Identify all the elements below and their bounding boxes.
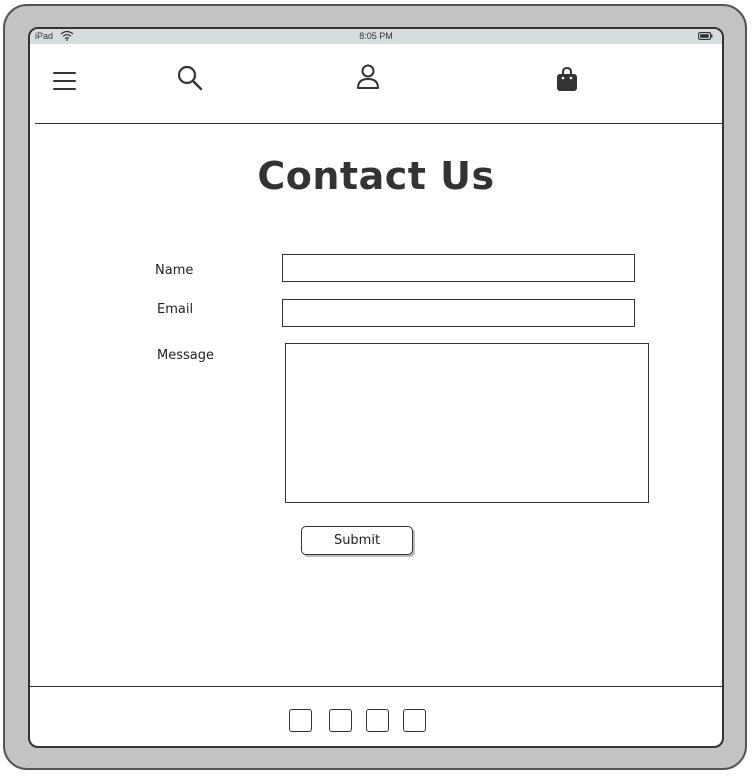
device-screen: iPad 8:05 PM Contact Us Name Email Messa… bbox=[28, 27, 724, 748]
email-label: Email bbox=[157, 302, 194, 317]
message-textarea[interactable] bbox=[285, 343, 649, 503]
message-label: Message bbox=[157, 348, 214, 363]
status-bar: iPad 8:05 PM bbox=[30, 29, 722, 44]
footer-icon-3[interactable] bbox=[366, 709, 389, 732]
status-time: 8:05 PM bbox=[359, 31, 393, 41]
page-title: Contact Us bbox=[257, 154, 495, 198]
name-label: Name bbox=[155, 263, 194, 278]
nav-divider bbox=[35, 123, 722, 124]
nav-bar bbox=[30, 44, 722, 124]
shopping-bag-icon[interactable] bbox=[556, 66, 578, 92]
user-icon[interactable] bbox=[356, 64, 380, 90]
footer-icon-4[interactable] bbox=[403, 709, 426, 732]
battery-icon bbox=[698, 32, 713, 40]
search-icon[interactable] bbox=[177, 65, 203, 91]
submit-button[interactable]: Submit bbox=[301, 526, 413, 555]
footer-icon-2[interactable] bbox=[329, 709, 352, 732]
footer-divider bbox=[30, 686, 722, 687]
footer-icon-1[interactable] bbox=[289, 709, 312, 732]
menu-icon[interactable] bbox=[53, 71, 77, 91]
email-input[interactable] bbox=[282, 299, 635, 327]
name-input[interactable] bbox=[282, 254, 635, 282]
